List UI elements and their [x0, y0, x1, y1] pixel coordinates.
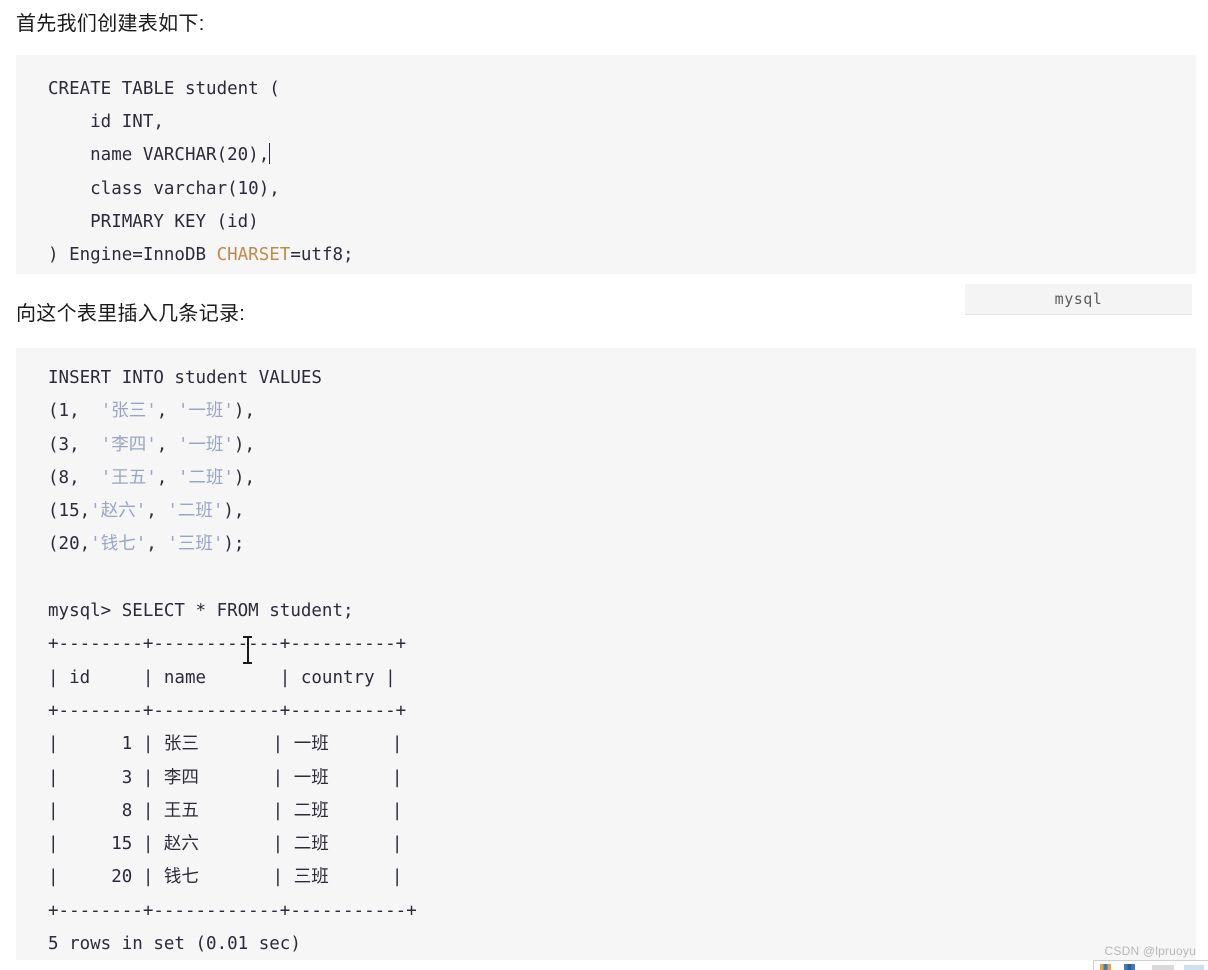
paragraph-insert-records-intro: 向这个表里插入几条记录: [16, 303, 246, 325]
row-suffix: ), [233, 467, 255, 488]
row-separator: , [146, 534, 168, 555]
result-table-rule-bottom: +--------+------------+-----------+ [48, 900, 417, 921]
result-table-row: | 8 | 王五 | 二班 | [48, 800, 403, 821]
row-prefix: (1, [48, 401, 101, 422]
code-text: ) Engine=InnoDB [48, 244, 217, 265]
code-content-insert-select[interactable]: INSERT INTO student VALUES (1, '张三', '一班'… [16, 362, 1196, 960]
csdn-watermark: CSDN @lpruoyu [1104, 944, 1196, 958]
row-class-literal: '一班' [177, 434, 234, 455]
code-text: name VARCHAR(20), [48, 145, 270, 166]
text-caret [269, 143, 271, 165]
row-separator: , [146, 501, 168, 522]
row-name-literal: '王五' [100, 467, 157, 488]
row-suffix: ), [223, 501, 245, 522]
result-footer-row-count: 5 rows in set (0.01 sec) [48, 934, 301, 955]
row-class-literal: '三班' [167, 534, 224, 555]
row-name-literal: '赵六' [90, 501, 147, 522]
code-line: CREATE TABLE student ( [48, 79, 280, 99]
row-suffix: ), [233, 401, 255, 422]
keyword-charset: CHARSET [216, 244, 291, 265]
result-table-row: | 15 | 赵六 | 二班 | [48, 834, 403, 855]
code-line: id INT, [48, 112, 164, 133]
paragraph-create-table-intro: 首先我们创建表如下: [16, 13, 205, 35]
language-label-text: mysql [1054, 290, 1103, 308]
result-table-row: | 20 | 钱七 | 三班 | [48, 867, 403, 888]
code-line: name VARCHAR(20), [48, 139, 1196, 172]
row-name-literal: '钱七' [90, 534, 147, 555]
toolbar-button-icon[interactable] [1184, 965, 1204, 970]
toolbar-field-icon[interactable] [1152, 965, 1174, 970]
result-table-rule-mid: +--------+------------+----------+ [48, 700, 407, 721]
code-block-create-table[interactable]: CREATE TABLE student ( id INT, name VARC… [16, 55, 1196, 274]
code-language-label-mysql: mysql [965, 284, 1192, 315]
code-content-create-table[interactable]: CREATE TABLE student ( id INT, name VARC… [16, 73, 1196, 272]
result-table-rule-top: +--------+------------+----------+ [48, 634, 407, 655]
code-line: class varchar(10), [48, 178, 280, 199]
row-suffix: ), [233, 434, 255, 455]
toolbar-chart-icon[interactable] [1100, 964, 1111, 970]
result-table-row: | 1 | 张三 | 一班 | [48, 734, 403, 755]
code-line-insert-row: (1, '张三', '一班'), [48, 395, 1196, 428]
result-table-row: | 3 | 李四 | 一班 | [48, 767, 403, 788]
row-prefix: (20, [48, 534, 91, 555]
row-name-literal: '李四' [100, 434, 157, 455]
row-separator: , [156, 467, 178, 488]
row-name-literal: '张三' [100, 401, 157, 422]
row-prefix: (8, [48, 467, 101, 488]
code-line: ) Engine=InnoDB CHARSET=utf8; [48, 239, 1196, 272]
page-root: 首先我们创建表如下: CREATE TABLE student ( id INT… [0, 0, 1208, 970]
code-line: PRIMARY KEY (id) [48, 211, 259, 232]
result-table-header-row: | id | name | country | [48, 667, 396, 688]
row-prefix: (15, [48, 501, 91, 522]
code-line-mysql-prompt: mysql> SELECT * FROM student; [48, 601, 354, 622]
row-class-literal: '二班' [167, 501, 224, 522]
partial-bottom-toolbar[interactable] [1093, 960, 1208, 970]
toolbar-grid-icon[interactable] [1124, 964, 1135, 970]
code-text: =utf8; [290, 244, 354, 265]
code-line-insert-row: (15,'赵六', '二班'), [48, 495, 1196, 528]
code-line-insert-row: (20,'钱七', '三班'); [48, 528, 1196, 561]
row-class-literal: '一班' [177, 401, 234, 422]
code-line-insert-header: INSERT INTO student VALUES [48, 368, 322, 388]
code-block-insert-and-select[interactable]: INSERT INTO student VALUES (1, '张三', '一班'… [16, 348, 1196, 960]
row-separator: , [156, 434, 178, 455]
code-line-insert-row: (8, '王五', '二班'), [48, 462, 1196, 495]
row-class-literal: '二班' [177, 467, 234, 488]
code-line-insert-row: (3, '李四', '一班'), [48, 429, 1196, 462]
row-suffix: ); [223, 534, 245, 555]
row-prefix: (3, [48, 434, 101, 455]
row-separator: , [156, 401, 178, 422]
